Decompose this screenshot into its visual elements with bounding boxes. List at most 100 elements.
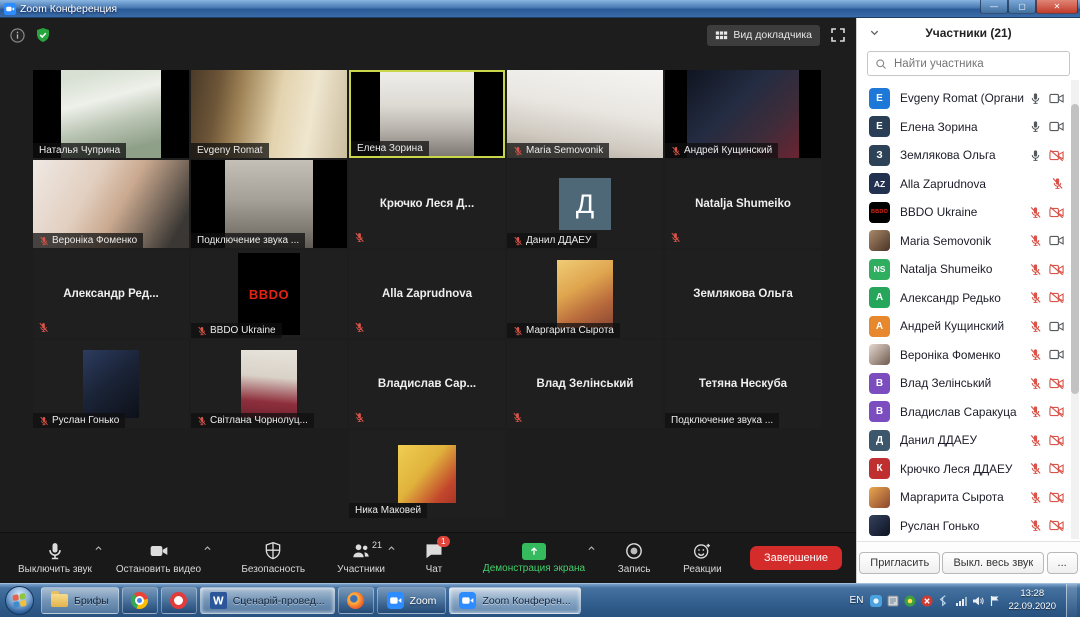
toolbar-record-button[interactable]: Запись <box>605 535 663 582</box>
name-label: Андрей Кущинский <box>665 143 778 158</box>
participant-row[interactable]: NSNatalja Shumeiko <box>857 255 1070 284</box>
end-meeting-button[interactable]: Завершение <box>750 546 842 570</box>
close-button[interactable]: ✕ <box>1036 0 1078 14</box>
antivirus-icon[interactable] <box>904 595 916 607</box>
encryption-shield-icon[interactable] <box>35 27 51 43</box>
participant-row[interactable]: Вероніка Фоменко <box>857 341 1070 370</box>
toolbar-security-button[interactable]: Безопасность <box>229 535 317 582</box>
toolbar-participants-button[interactable]: 21Участники <box>325 535 397 582</box>
participant-row[interactable]: ДДанил ДДАЕУ <box>857 426 1070 455</box>
participants-scrollbar[interactable] <box>1071 80 1079 539</box>
participant-row[interactable]: EЕлена Зорина <box>857 113 1070 142</box>
minimize-button[interactable]: — <box>980 0 1008 14</box>
participant-row[interactable]: AАлександр Редько <box>857 284 1070 313</box>
windows-logo-icon <box>5 586 34 615</box>
taskbar-clock[interactable]: 13:28 22.09.2020 <box>1008 588 1056 613</box>
participant-row[interactable]: Руслан Гонько <box>857 512 1070 540</box>
participant-row[interactable]: ВВлад Зелінський <box>857 369 1070 398</box>
mic-muted-icon <box>1029 348 1042 361</box>
participant-row[interactable]: AАндрей Кущинский <box>857 312 1070 341</box>
alert-icon[interactable] <box>921 595 933 607</box>
invite-button[interactable]: Пригласить <box>859 552 940 574</box>
language-indicator[interactable]: EN <box>850 595 864 606</box>
clock-date: 22.09.2020 <box>1008 601 1056 613</box>
mic-muted-icon <box>1029 491 1042 504</box>
chevron-up-icon[interactable] <box>203 544 212 553</box>
participant-initial-avatar: Д <box>559 178 611 230</box>
mute-all-button[interactable]: Выкл. весь звук <box>942 552 1044 574</box>
taskbar-item-firefox[interactable] <box>338 587 374 614</box>
audio-connecting-label: Подключение звука ... <box>665 413 779 428</box>
participant-row[interactable]: Maria Semovonik <box>857 227 1070 256</box>
participant-name: Андрей Кущинский <box>900 319 1024 333</box>
network-icon[interactable] <box>955 595 967 607</box>
video-tile: Подключение звука ... <box>191 160 347 248</box>
participant-row[interactable]: ВВладислав Саракуца <box>857 398 1070 427</box>
meeting-info-icon[interactable] <box>10 28 25 43</box>
participant-row[interactable]: ККрючко Леся ДДАЕУ <box>857 455 1070 484</box>
av-status <box>1024 92 1064 105</box>
maximize-button[interactable]: ▢ <box>1008 0 1036 14</box>
window-controls: — ▢ ✕ <box>980 0 1080 17</box>
more-button[interactable]: ... <box>1047 552 1078 574</box>
camera-off-icon <box>1049 377 1064 390</box>
show-desktop-button[interactable] <box>1066 584 1077 617</box>
video-tile: Natalja Shumeiko <box>665 160 821 248</box>
clipboard-icon[interactable] <box>887 595 899 607</box>
toolbar-share-button[interactable]: Демонстрация экрана <box>471 535 597 582</box>
name-label: Evgeny Romat <box>191 143 269 158</box>
im-app-icon[interactable] <box>870 595 882 607</box>
taskbar-item-zoom-home[interactable]: Zoom <box>377 587 447 614</box>
chevron-up-icon[interactable] <box>587 544 596 553</box>
participant-row[interactable]: EEvgeny Romat (Организатор, я) <box>857 84 1070 113</box>
action-center-icon[interactable] <box>989 595 1001 607</box>
button-label: Запись <box>618 564 651 575</box>
participant-row[interactable]: BBDOBBDO Ukraine <box>857 198 1070 227</box>
chevron-down-icon[interactable] <box>869 27 880 38</box>
video-tile: Alla Zaprudnova <box>349 250 505 338</box>
name-label: Данил ДДАЕУ <box>507 233 597 248</box>
taskbar-item-folder[interactable]: Брифы <box>41 587 119 614</box>
volume-icon[interactable] <box>972 595 984 607</box>
toolbar-reactions-button[interactable]: Реакции <box>671 535 734 582</box>
button-label: Реакции <box>683 564 722 575</box>
taskbar-item-word[interactable]: WСценарій-провед... <box>200 587 335 614</box>
participant-avatar <box>869 515 890 536</box>
participant-avatar: Д <box>869 430 890 451</box>
taskbar-item-zoom-meeting[interactable]: Zoom Конферен... <box>449 587 580 614</box>
chevron-up-icon[interactable] <box>387 544 396 553</box>
chevron-up-icon[interactable] <box>94 544 103 553</box>
video-tile: Evgeny Romat <box>191 70 347 158</box>
toolbar-center-group: Безопасность21Участники1ЧатДемонстрация … <box>229 535 733 582</box>
participant-row[interactable]: ЗЗемлякова Ольга <box>857 141 1070 170</box>
taskbar-items: Брифы WСценарій-провед... Zoom Zoom Конфере… <box>41 584 581 617</box>
camera-off-icon <box>1049 462 1064 475</box>
speaker-view-button[interactable]: Вид докладчика <box>707 25 820 46</box>
toolbar-chat-button[interactable]: 1Чат <box>405 535 463 582</box>
participant-row[interactable]: Маргарита Сырота <box>857 483 1070 512</box>
participant-avatar: E <box>869 88 890 109</box>
muted-mic-icon <box>512 412 523 423</box>
chat-badge: 1 <box>437 536 450 547</box>
participant-name: Тетяна Нескуба <box>693 378 793 390</box>
start-button[interactable] <box>0 584 38 617</box>
name-label-text: Елена Зорина <box>357 143 423 154</box>
participant-row[interactable]: AZAlla Zaprudnova <box>857 170 1070 199</box>
toolbar-video-button[interactable]: Остановить видео <box>104 535 213 582</box>
fullscreen-icon[interactable] <box>830 27 846 43</box>
video-tile: Владислав Сар... <box>349 340 505 428</box>
zoom-icon <box>387 592 404 609</box>
scrollbar-thumb[interactable] <box>1071 104 1079 394</box>
taskbar-item-chrome[interactable] <box>122 587 158 614</box>
profile-photo <box>241 350 297 418</box>
search-input[interactable] <box>892 57 1062 71</box>
av-status <box>1024 434 1064 447</box>
word-icon: W <box>210 592 227 609</box>
participant-avatar: В <box>869 373 890 394</box>
mic-muted-icon <box>1029 263 1042 276</box>
toolbar-mute-button[interactable]: Выключить звук <box>6 535 104 582</box>
bluetooth-icon[interactable] <box>938 595 950 607</box>
taskbar-item-opera[interactable] <box>161 587 197 614</box>
participant-avatar <box>869 230 890 251</box>
taskbar-item-label: Zoom <box>410 595 437 607</box>
